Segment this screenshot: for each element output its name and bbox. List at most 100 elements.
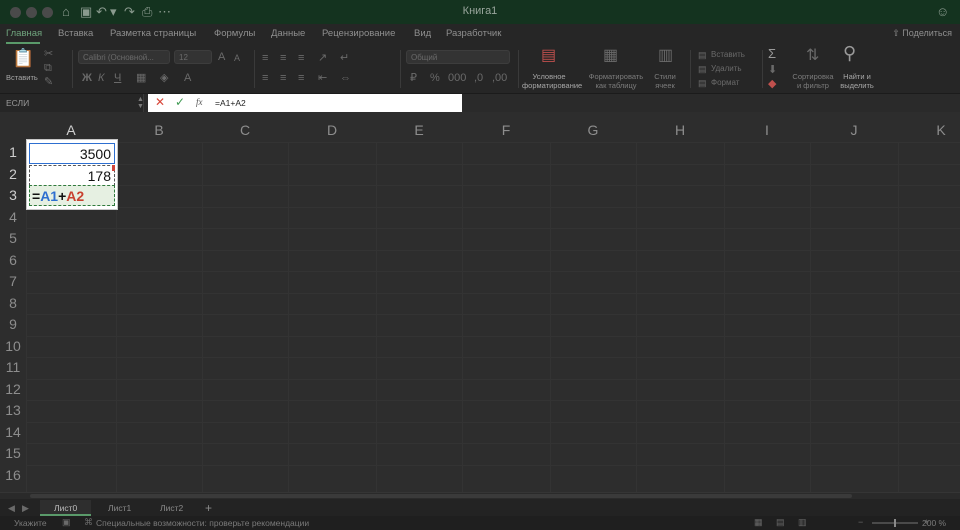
column-header-k[interactable]: K <box>898 118 960 142</box>
autosum-icon[interactable]: Σ <box>768 47 776 60</box>
currency-icon[interactable]: ₽ <box>410 72 417 84</box>
decrease-font-icon[interactable]: A <box>234 52 240 64</box>
number-format-select[interactable]: Общий <box>406 50 510 64</box>
column-header-d[interactable]: D <box>288 118 376 142</box>
row-header-2[interactable]: 2 <box>0 164 26 186</box>
row-header-12[interactable]: 12 <box>0 379 26 401</box>
tab-insert[interactable]: Вставка <box>58 28 93 39</box>
conditional-format-label[interactable]: Условное форматирование <box>522 72 582 90</box>
orientation-icon[interactable]: ↗ <box>318 52 327 64</box>
tab-home[interactable]: Главная <box>6 28 42 39</box>
fill-icon[interactable]: ⬇ <box>768 64 777 76</box>
horizontal-scroll-thumb[interactable] <box>30 494 852 498</box>
cell-styles-icon[interactable]: ▥ <box>658 48 673 64</box>
row-header-4[interactable]: 4 <box>0 207 26 229</box>
tab-page-layout[interactable]: Разметка страницы <box>110 28 196 39</box>
row-header-3[interactable]: 3 <box>0 185 26 207</box>
align-top-icon[interactable]: ≡ <box>262 52 268 64</box>
find-select-label[interactable]: Найти и выделить <box>838 72 876 90</box>
delete-cells-icon[interactable]: ▤ <box>698 63 707 75</box>
row-header-13[interactable]: 13 <box>0 400 26 422</box>
tab-view[interactable]: Вид <box>414 28 431 39</box>
sort-filter-label[interactable]: Сортировка и фильтр <box>790 72 836 90</box>
cut-icon[interactable]: ✂ <box>44 48 53 60</box>
row-header-7[interactable]: 7 <box>0 271 26 293</box>
align-right-icon[interactable]: ≡ <box>298 72 304 84</box>
insert-cells-label[interactable]: Вставить <box>711 50 745 59</box>
spreadsheet-grid[interactable]: A B C D E F G H I J K 1 2 3 4 5 6 7 8 9 … <box>0 112 960 492</box>
cell-a3-editing[interactable]: =A1+A2 <box>29 185 115 206</box>
next-sheet-icon[interactable]: ▶ <box>22 503 29 514</box>
row-header-14[interactable]: 14 <box>0 422 26 444</box>
wrap-text-icon[interactable]: ↵ <box>340 52 349 64</box>
row-header-15[interactable]: 15 <box>0 443 26 465</box>
delete-cells-label[interactable]: Удалить <box>711 64 742 73</box>
add-sheet-icon[interactable]: + <box>205 501 212 515</box>
borders-icon[interactable]: ▦ <box>136 72 146 84</box>
accessibility-status[interactable]: Специальные возможности: проверьте реком… <box>96 518 309 528</box>
cell-a1[interactable]: 3500 <box>29 143 115 164</box>
align-bottom-icon[interactable]: ≡ <box>298 52 304 64</box>
sheet-tab-2[interactable]: Лист2 <box>146 500 197 516</box>
page-layout-view-icon[interactable]: ▤ <box>776 517 785 528</box>
cell-a2[interactable]: 178 <box>29 165 115 186</box>
zoom-out-icon[interactable]: − <box>858 517 863 527</box>
increase-font-icon[interactable]: A <box>218 51 225 63</box>
column-header-h[interactable]: H <box>636 118 724 142</box>
clear-icon[interactable]: ◆ <box>768 78 776 90</box>
column-header-g[interactable]: G <box>550 118 636 142</box>
paste-icon[interactable]: 📋 <box>12 49 34 67</box>
find-select-icon[interactable]: ⚲ <box>843 44 856 62</box>
horizontal-scrollbar[interactable] <box>0 493 960 499</box>
format-cells-label[interactable]: Формат <box>711 78 739 87</box>
sheet-tab-0[interactable]: Лист0 <box>40 500 92 516</box>
format-as-table-icon[interactable]: ▦ <box>603 48 618 64</box>
font-name-select[interactable]: Calibri (Основной... <box>78 50 170 64</box>
row-header-1[interactable]: 1 <box>0 142 26 164</box>
row-header-6[interactable]: 6 <box>0 250 26 272</box>
sheet-tab-1[interactable]: Лист1 <box>94 500 145 516</box>
bold-icon[interactable]: Ж <box>82 72 92 84</box>
tab-formulas[interactable]: Формулы <box>214 28 255 39</box>
insert-cells-icon[interactable]: ▤ <box>698 49 707 61</box>
settings-icon[interactable]: ☺ <box>936 4 949 20</box>
italic-icon[interactable]: К <box>98 72 104 84</box>
font-color-icon[interactable]: A <box>184 72 191 84</box>
column-header-b[interactable]: B <box>116 118 202 142</box>
tab-data[interactable]: Данные <box>271 28 305 39</box>
accessibility-icon[interactable]: ⌘ <box>84 517 93 528</box>
row-header-8[interactable]: 8 <box>0 293 26 315</box>
row-header-10[interactable]: 10 <box>0 336 26 358</box>
normal-view-icon[interactable]: ▦ <box>754 517 763 528</box>
column-header-i[interactable]: I <box>724 118 810 142</box>
decrease-decimal-icon[interactable]: ,00 <box>492 72 507 84</box>
column-header-e[interactable]: E <box>376 118 462 142</box>
thousands-icon[interactable]: 000 <box>448 72 466 84</box>
name-box[interactable]: ЕСЛИ ▲ ▼ <box>0 94 144 112</box>
share-button[interactable]: ⇧ Поделиться <box>892 28 952 39</box>
align-center-icon[interactable]: ≡ <box>280 72 286 84</box>
font-size-select[interactable]: 12 <box>174 50 212 64</box>
confirm-formula-icon[interactable]: ✓ <box>175 95 185 109</box>
tab-developer[interactable]: Разработчик <box>446 28 501 39</box>
page-break-view-icon[interactable]: ▥ <box>798 517 807 528</box>
align-left-icon[interactable]: ≡ <box>262 72 268 84</box>
column-header-c[interactable]: C <box>202 118 288 142</box>
row-header-16[interactable]: 16 <box>0 465 26 487</box>
zoom-level[interactable]: 200 % <box>922 518 946 528</box>
increase-decimal-icon[interactable]: ,0 <box>474 72 483 84</box>
sort-filter-icon[interactable]: ⇅ <box>806 48 819 64</box>
format-as-table-label[interactable]: Форматировать как таблицу <box>586 72 646 90</box>
percent-icon[interactable]: % <box>430 72 440 84</box>
indent-icon[interactable]: ⇤ <box>318 72 327 84</box>
column-header-f[interactable]: F <box>462 118 550 142</box>
formula-input[interactable]: =A1+A2 <box>215 98 246 108</box>
format-cells-icon[interactable]: ▤ <box>698 77 707 89</box>
conditional-format-icon[interactable]: ▤ <box>541 48 556 64</box>
copy-icon[interactable]: ⧉ <box>44 62 52 74</box>
cell-styles-label[interactable]: Стили ячеек <box>648 72 682 90</box>
fill-color-icon[interactable]: ◈ <box>160 72 168 84</box>
prev-sheet-icon[interactable]: ◀ <box>8 503 15 514</box>
zoom-slider-handle[interactable] <box>894 519 896 527</box>
row-header-5[interactable]: 5 <box>0 228 26 250</box>
